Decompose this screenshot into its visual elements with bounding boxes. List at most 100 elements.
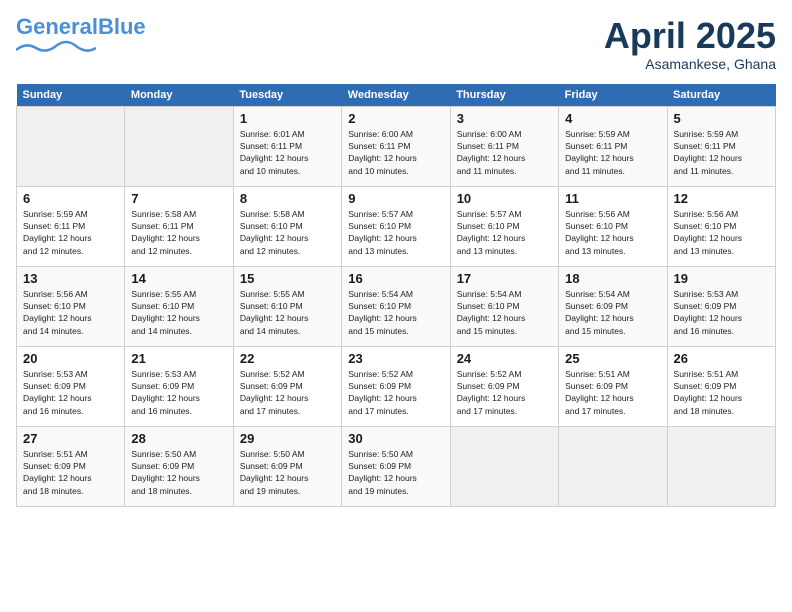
- day-number: 9: [348, 191, 443, 206]
- day-info: Sunrise: 5:59 AMSunset: 6:11 PMDaylight:…: [23, 208, 118, 257]
- day-number: 14: [131, 271, 226, 286]
- day-number: 22: [240, 351, 335, 366]
- day-number: 3: [457, 111, 552, 126]
- calendar-cell: 14 Sunrise: 5:55 AMSunset: 6:10 PMDayligh…: [125, 266, 233, 346]
- day-info: Sunrise: 5:50 AMSunset: 6:09 PMDaylight:…: [131, 448, 226, 497]
- day-info: Sunrise: 5:50 AMSunset: 6:09 PMDaylight:…: [348, 448, 443, 497]
- calendar-cell: 15Sunrise: 5:55 AMSunset: 6:10 PMDayligh…: [233, 266, 341, 346]
- calendar-table: SundayMondayTuesdayWednesdayThursdayFrid…: [16, 84, 776, 507]
- day-info: Sunrise: 5:52 AMSunset: 6:09 PMDaylight:…: [457, 368, 552, 417]
- day-info: Sunrise: 5:51 AMSunset: 6:09 PMDaylight:…: [23, 448, 118, 497]
- week-row-2: 6Sunrise: 5:59 AMSunset: 6:11 PMDaylight…: [17, 186, 776, 266]
- day-info: Sunrise: 5:53 AMSunset: 6:09 PMDaylight:…: [674, 288, 769, 337]
- week-row-1: 1 Sunrise: 6:01 AMSunset: 6:11 PMDaylight…: [17, 106, 776, 186]
- day-number: 19: [674, 271, 769, 286]
- column-header-friday: Friday: [559, 84, 667, 107]
- calendar-cell: 30Sunrise: 5:50 AMSunset: 6:09 PMDayligh…: [342, 426, 450, 506]
- logo-general: General: [16, 14, 98, 39]
- calendar-cell: 20Sunrise: 5:53 AMSunset: 6:09 PMDayligh…: [17, 346, 125, 426]
- day-number: 24: [457, 351, 552, 366]
- day-number: 20: [23, 351, 118, 366]
- calendar-cell: 21 Sunrise: 5:53 AMSunset: 6:09 PMDayligh…: [125, 346, 233, 426]
- column-header-wednesday: Wednesday: [342, 84, 450, 107]
- week-row-4: 20 Sunrise: 5:53 AMSunset: 6:09 PMDayligh…: [17, 346, 776, 426]
- calendar-cell: 27Sunrise: 5:51 AMSunset: 6:09 PMDayligh…: [17, 426, 125, 506]
- day-info: Sunrise: 5:55 AMSunset: 6:10 PMDaylight:…: [131, 288, 226, 337]
- calendar-cell: 6Sunrise: 5:59 AMSunset: 6:11 PMDaylight…: [17, 186, 125, 266]
- day-number: 16: [348, 271, 443, 286]
- calendar-cell: 3 Sunrise: 6:00 AMSunset: 6:11 PMDaylight…: [450, 106, 558, 186]
- calendar-cell: 7Sunrise: 5:58 AMSunset: 6:11 PMDaylight…: [125, 186, 233, 266]
- calendar-cell: 16Sunrise: 5:54 AMSunset: 6:10 PMDayligh…: [342, 266, 450, 346]
- column-header-sunday: Sunday: [17, 84, 125, 107]
- day-number: 29: [240, 431, 335, 446]
- day-info: Sunrise: 5:59 AMSunset: 6:11 PMDaylight:…: [565, 128, 660, 177]
- calendar-cell: 8 Sunrise: 5:58 AMSunset: 6:10 PMDaylight…: [233, 186, 341, 266]
- day-number: 25: [565, 351, 660, 366]
- calendar-cell: 12 Sunrise: 5:56 AMSunset: 6:10 PMDayligh…: [667, 186, 775, 266]
- day-number: 8: [240, 191, 335, 206]
- day-number: 10: [457, 191, 552, 206]
- day-info: Sunrise: 6:00 AMSunset: 6:11 PMDaylight:…: [457, 128, 552, 177]
- week-row-3: 13 Sunrise: 5:56 AMSunset: 6:10 PMDayligh…: [17, 266, 776, 346]
- day-number: 26: [674, 351, 769, 366]
- day-info: Sunrise: 5:54 AMSunset: 6:09 PMDaylight:…: [565, 288, 660, 337]
- calendar-cell: 5 Sunrise: 5:59 AMSunset: 6:11 PMDaylight…: [667, 106, 775, 186]
- day-number: 7: [131, 191, 226, 206]
- calendar-cell: [17, 106, 125, 186]
- day-number: 1: [240, 111, 335, 126]
- calendar-cell: 2 Sunrise: 6:00 AMSunset: 6:11 PMDaylight…: [342, 106, 450, 186]
- day-number: 15: [240, 271, 335, 286]
- column-header-saturday: Saturday: [667, 84, 775, 107]
- calendar-cell: 1 Sunrise: 6:01 AMSunset: 6:11 PMDaylight…: [233, 106, 341, 186]
- day-number: 13: [23, 271, 118, 286]
- calendar-cell: [450, 426, 558, 506]
- day-number: 18: [565, 271, 660, 286]
- calendar-cell: 25 Sunrise: 5:51 AMSunset: 6:09 PMDayligh…: [559, 346, 667, 426]
- day-info: Sunrise: 5:52 AMSunset: 6:09 PMDaylight:…: [348, 368, 443, 417]
- calendar-cell: 9 Sunrise: 5:57 AMSunset: 6:10 PMDaylight…: [342, 186, 450, 266]
- day-info: Sunrise: 6:01 AMSunset: 6:11 PMDaylight:…: [240, 128, 335, 177]
- day-info: Sunrise: 5:56 AMSunset: 6:10 PMDaylight:…: [23, 288, 118, 337]
- logo: GeneralBlue: [16, 16, 146, 56]
- day-info: Sunrise: 5:57 AMSunset: 6:10 PMDaylight:…: [457, 208, 552, 257]
- calendar-cell: [667, 426, 775, 506]
- calendar-cell: 18 Sunrise: 5:54 AMSunset: 6:09 PMDayligh…: [559, 266, 667, 346]
- day-info: Sunrise: 6:00 AMSunset: 6:11 PMDaylight:…: [348, 128, 443, 177]
- title-block: April 2025 Asamankese, Ghana: [604, 16, 776, 72]
- location: Asamankese, Ghana: [604, 56, 776, 72]
- day-number: 17: [457, 271, 552, 286]
- month-title: April 2025: [604, 16, 776, 56]
- day-info: Sunrise: 5:57 AMSunset: 6:10 PMDaylight:…: [348, 208, 443, 257]
- day-info: Sunrise: 5:58 AMSunset: 6:10 PMDaylight:…: [240, 208, 335, 257]
- calendar-cell: [125, 106, 233, 186]
- calendar-cell: 22 Sunrise: 5:52 AMSunset: 6:09 PMDayligh…: [233, 346, 341, 426]
- calendar-cell: 17 Sunrise: 5:54 AMSunset: 6:10 PMDayligh…: [450, 266, 558, 346]
- calendar-cell: 28Sunrise: 5:50 AMSunset: 6:09 PMDayligh…: [125, 426, 233, 506]
- day-info: Sunrise: 5:54 AMSunset: 6:10 PMDaylight:…: [457, 288, 552, 337]
- day-info: Sunrise: 5:56 AMSunset: 6:10 PMDaylight:…: [674, 208, 769, 257]
- calendar-cell: 29Sunrise: 5:50 AMSunset: 6:09 PMDayligh…: [233, 426, 341, 506]
- column-header-thursday: Thursday: [450, 84, 558, 107]
- calendar-cell: 13 Sunrise: 5:56 AMSunset: 6:10 PMDayligh…: [17, 266, 125, 346]
- day-number: 12: [674, 191, 769, 206]
- day-number: 2: [348, 111, 443, 126]
- day-number: 21: [131, 351, 226, 366]
- day-info: Sunrise: 5:51 AMSunset: 6:09 PMDaylight:…: [565, 368, 660, 417]
- day-number: 23: [348, 351, 443, 366]
- calendar-cell: [559, 426, 667, 506]
- day-number: 11: [565, 191, 660, 206]
- day-info: Sunrise: 5:56 AMSunset: 6:10 PMDaylight:…: [565, 208, 660, 257]
- calendar-cell: 10 Sunrise: 5:57 AMSunset: 6:10 PMDayligh…: [450, 186, 558, 266]
- calendar-cell: 26Sunrise: 5:51 AMSunset: 6:09 PMDayligh…: [667, 346, 775, 426]
- day-number: 4: [565, 111, 660, 126]
- calendar-cell: 11 Sunrise: 5:56 AMSunset: 6:10 PMDayligh…: [559, 186, 667, 266]
- day-info: Sunrise: 5:53 AMSunset: 6:09 PMDaylight:…: [131, 368, 226, 417]
- day-info: Sunrise: 5:52 AMSunset: 6:09 PMDaylight:…: [240, 368, 335, 417]
- calendar-cell: 23 Sunrise: 5:52 AMSunset: 6:09 PMDayligh…: [342, 346, 450, 426]
- day-info: Sunrise: 5:59 AMSunset: 6:11 PMDaylight:…: [674, 128, 769, 177]
- page-header: GeneralBlue April 2025 Asamankese, Ghana: [16, 16, 776, 72]
- day-number: 5: [674, 111, 769, 126]
- calendar-cell: 24 Sunrise: 5:52 AMSunset: 6:09 PMDayligh…: [450, 346, 558, 426]
- header-row: SundayMondayTuesdayWednesdayThursdayFrid…: [17, 84, 776, 107]
